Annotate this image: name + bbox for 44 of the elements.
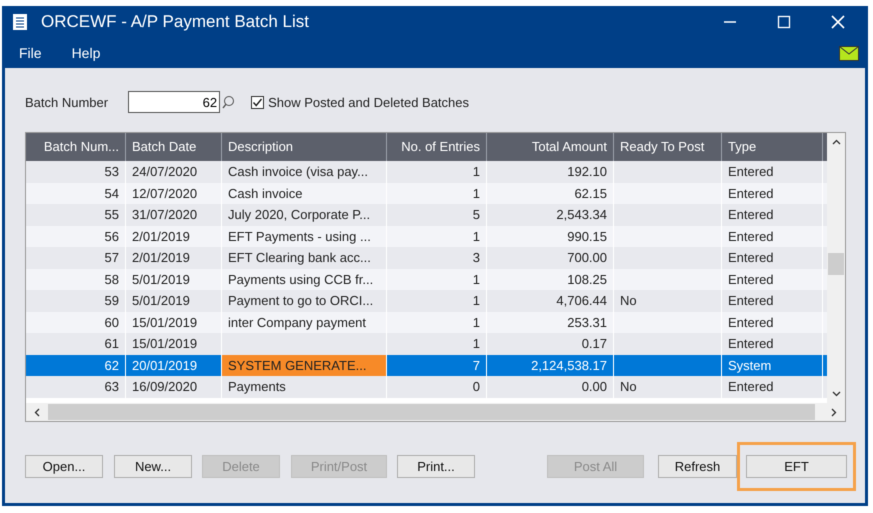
checkbox-label: Show Posted and Deleted Batches xyxy=(268,94,470,110)
batch-number-field[interactable]: 62 xyxy=(128,91,220,113)
table-cell: 0 xyxy=(387,376,487,398)
scroll-right-icon[interactable] xyxy=(831,408,837,416)
table-row[interactable]: 56 2/01/2019 EFT Payments - using ... 1 990.15 Entered xyxy=(26,226,827,247)
action-button[interactable]: EFT xyxy=(746,455,847,478)
action-button[interactable]: Refresh xyxy=(658,455,737,478)
vertical-scrollbar[interactable] xyxy=(827,133,845,403)
window-title: ORCEWF - A/P Payment Batch List xyxy=(41,12,309,32)
table-row[interactable]: 55 31/07/2020 July 2020, Corporate P... 5 2,543.34 Entered xyxy=(26,204,827,226)
action-button[interactable]: Open... xyxy=(25,455,103,478)
table-row[interactable]: 57 2/01/2019 EFT Clearing bank acc... 3 700.00 Entered xyxy=(26,247,827,268)
action-button[interactable]: Print... xyxy=(397,455,475,478)
maximize-icon[interactable] xyxy=(777,15,791,29)
close-icon[interactable] xyxy=(831,15,845,29)
horizontal-scrollbar[interactable] xyxy=(26,403,845,421)
table-row[interactable]: 60 15/01/2019 inter Company payment 1 253.31 Entered xyxy=(26,312,827,333)
table-row[interactable]: 61 15/01/2019 1 0.17 Entered xyxy=(26,333,827,354)
table-row[interactable]: 62 20/01/2019 SYSTEM GENERATE... 7 2,124,538.17 System xyxy=(26,354,827,376)
menu-item[interactable]: Help xyxy=(72,45,100,61)
table-cell: SYSTEM GENERATE... xyxy=(222,354,387,376)
table-cell: 63 xyxy=(26,376,126,398)
table-cell: 0.00 xyxy=(487,376,614,398)
table-row[interactable]: 54 12/07/2020 Cash invoice 1 62.15 Entered xyxy=(26,182,827,204)
checkbox[interactable] xyxy=(251,96,264,108)
scroll-up-icon[interactable] xyxy=(832,139,840,145)
envelope-icon[interactable] xyxy=(839,46,859,60)
search-icon[interactable] xyxy=(222,95,236,109)
document-list-icon xyxy=(13,14,27,30)
scroll-down-icon[interactable] xyxy=(832,391,840,397)
table-cell: Payments xyxy=(222,376,387,398)
table-row[interactable]: 53 24/07/2020 Cash invoice (visa pay... 1 192.10 Entered xyxy=(26,161,827,182)
table-row[interactable]: 59 5/01/2019 Payment to go to ORCI... 1 4,706.44 No Entered xyxy=(26,290,827,312)
scroll-thumb[interactable] xyxy=(48,404,815,420)
batch-number-label: Batch Number xyxy=(25,94,108,110)
table-cell: Entered xyxy=(722,376,823,398)
scroll-thumb[interactable] xyxy=(828,253,844,275)
table-cell: 16/09/2020 xyxy=(126,376,222,398)
table-row[interactable]: 63 16/09/2020 Payments 0 0.00 No Entered xyxy=(26,376,827,398)
table-row[interactable]: 58 5/01/2019 Payments using CCB fr... 1 108.25 Entered xyxy=(26,268,827,290)
scroll-left-icon[interactable] xyxy=(34,408,40,416)
menu-item[interactable]: File xyxy=(19,45,42,61)
action-button[interactable]: New... xyxy=(114,455,192,478)
table-cell: No xyxy=(614,376,722,398)
